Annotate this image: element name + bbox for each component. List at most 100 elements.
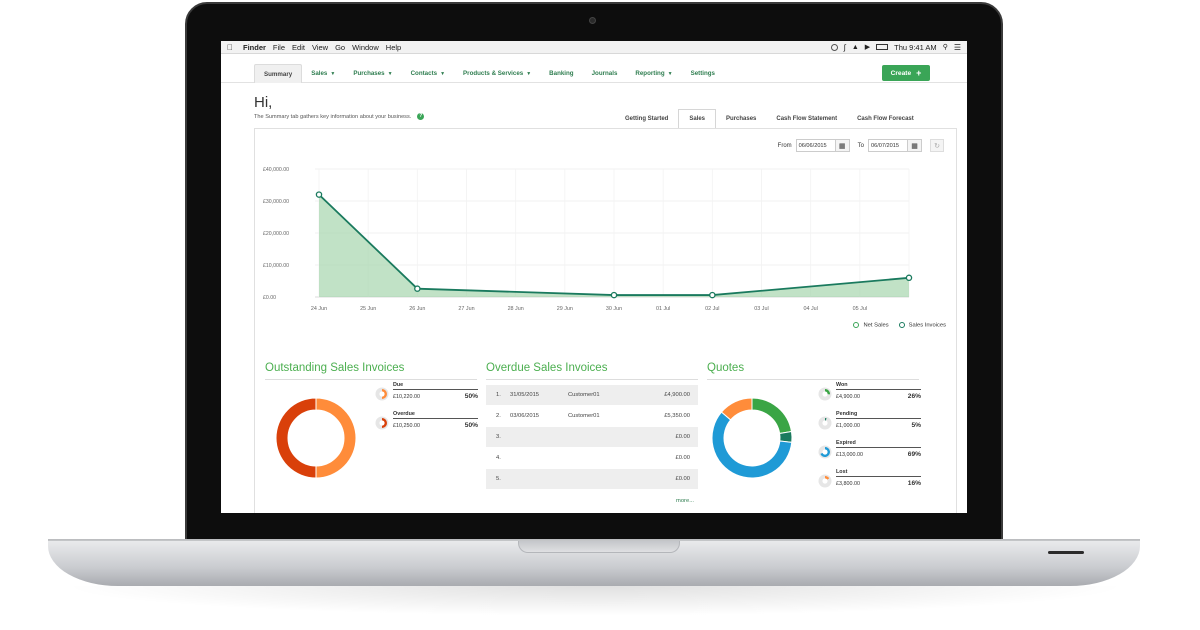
legend-item-pending[interactable]: Pending £1,000.00 5%: [818, 411, 921, 440]
table-row[interactable]: 3. £0.00: [486, 427, 698, 448]
row-amount: £4,900.00: [664, 392, 690, 398]
menu-help[interactable]: Help: [386, 43, 401, 52]
from-date-input[interactable]: 06/06/2015: [795, 139, 836, 152]
nav-tab-label: Reporting: [635, 70, 665, 77]
overdue-title: Overdue Sales Invoices: [486, 362, 608, 374]
legend-net-sales[interactable]: Net Sales: [853, 322, 889, 329]
nav-tab-purchases[interactable]: Purchases ▼: [344, 64, 401, 83]
refresh-icon[interactable]: ↻: [930, 139, 944, 152]
row-date: 31/05/2015: [510, 392, 540, 398]
page-title: Hi,: [254, 94, 273, 111]
calendar-icon[interactable]: ▦: [908, 139, 922, 152]
laptop-frame:  Finder File Edit View Go Window Help ∫…: [0, 0, 1200, 630]
to-date-input[interactable]: 06/07/2015: [868, 139, 908, 152]
chart-legend: Net Sales Sales Invoices: [853, 322, 946, 329]
battery-icon[interactable]: [876, 44, 889, 50]
menubar-status: ∫ ▲ ▶ Thu 9:41 AM ⚲ ☰: [830, 43, 961, 52]
laptop-shadow: [60, 586, 1130, 616]
wifi-icon[interactable]: ▲: [852, 44, 859, 51]
menu-file[interactable]: File: [273, 43, 285, 52]
table-row[interactable]: 1. 31/05/2015 Customer01 £4,900.00: [486, 385, 698, 406]
nav-tab-label: Products & Services: [463, 70, 524, 77]
legend-item-expired[interactable]: Expired £13,000.00 69%: [818, 440, 921, 469]
legend-label: Lost: [836, 469, 848, 475]
legend-amount: £10,250.00: [393, 423, 420, 429]
row-number: 4.: [496, 455, 501, 461]
nav-tab-sales[interactable]: Sales ▼: [302, 64, 344, 83]
x-tick-label: 27 Jun: [458, 306, 474, 312]
data-point[interactable]: [709, 291, 716, 299]
legend-item-lost[interactable]: Lost £3,800.00 16%: [818, 469, 921, 498]
apple-icon[interactable]: : [227, 43, 235, 52]
table-row[interactable]: 4. £0.00: [486, 448, 698, 469]
legend-label: Pending: [836, 411, 858, 417]
chevron-down-icon: ▼: [526, 70, 532, 77]
legend-percent: 69%: [907, 451, 921, 458]
menu-finder[interactable]: Finder: [243, 43, 266, 52]
row-customer: Customer01: [568, 413, 600, 419]
subtab-cash-flow-forecast[interactable]: Cash Flow Forecast: [847, 109, 924, 129]
divider: [707, 379, 919, 380]
nav-tab-summary[interactable]: Summary: [254, 64, 303, 83]
create-button[interactable]: Create +: [882, 65, 930, 81]
create-button-label: Create: [890, 69, 912, 77]
mac-menubar:  Finder File Edit View Go Window Help ∫…: [221, 41, 967, 54]
subtab-purchases[interactable]: Purchases: [716, 109, 766, 129]
quotes-slice[interactable]: [751, 397, 793, 435]
legend-label: Expired: [836, 440, 856, 446]
data-point[interactable]: [905, 274, 913, 282]
nav-tab-reporting[interactable]: Reporting ▼: [626, 64, 681, 83]
to-label: To: [857, 142, 864, 149]
x-tick-label: 29 Jun: [557, 306, 573, 312]
help-icon[interactable]: ?: [417, 113, 425, 120]
spotlight-icon[interactable]: ⚲: [943, 43, 948, 51]
mini-gauge-icon: [818, 445, 832, 459]
subtab-sales[interactable]: Sales: [678, 109, 717, 129]
outstanding-slice[interactable]: [315, 397, 357, 479]
table-row[interactable]: 2. 03/06/2015 Customer01 £5,350.00: [486, 406, 698, 427]
menu-go[interactable]: Go: [335, 43, 345, 52]
summary-subtabs: Getting Started Sales Purchases Cash Flow S…: [615, 109, 924, 129]
legend-amount: £1,000.00: [836, 423, 860, 429]
legend-item-won[interactable]: Won £4,900.00 26%: [818, 382, 921, 411]
menu-view[interactable]: View: [312, 43, 328, 52]
legend-label: Overdue: [393, 411, 415, 417]
nav-tab-banking[interactable]: Banking: [540, 64, 582, 83]
row-number: 2.: [496, 413, 501, 419]
bluetooth-icon[interactable]: ∫: [844, 43, 846, 52]
date-range: From 06/06/2015 ▦ To 06/07/2015 ▦ ↻: [778, 139, 944, 152]
more-link[interactable]: more...: [676, 498, 694, 504]
volume-icon[interactable]: ▶: [865, 43, 870, 51]
nav-tab-journals[interactable]: Journals: [583, 64, 627, 83]
quotes-slice[interactable]: [720, 397, 753, 421]
legend-amount: £3,800.00: [836, 481, 860, 487]
menu-window[interactable]: Window: [352, 43, 379, 52]
subtab-cash-flow-statement[interactable]: Cash Flow Statement: [766, 109, 847, 129]
x-tick-label: 24 Jun: [311, 306, 327, 312]
data-point[interactable]: [414, 285, 421, 292]
nav-tab-label: Purchases: [353, 70, 385, 77]
legend-item-due[interactable]: Due £10,220.00 50%: [375, 382, 478, 411]
time-machine-icon[interactable]: [830, 43, 838, 51]
table-row[interactable]: 5. £0.00: [486, 469, 698, 490]
notification-center-icon[interactable]: ☰: [954, 43, 961, 52]
data-point[interactable]: [610, 291, 618, 299]
nav-tab-label: Contacts: [410, 70, 438, 77]
quotes-legend: Won £4,900.00 26% Pending £1,000.00 5% Expired…: [818, 382, 921, 498]
clock[interactable]: Thu 9:41 AM: [894, 43, 937, 52]
nav-tab-products-services[interactable]: Products & Services ▼: [454, 64, 540, 83]
nav-tab-contacts[interactable]: Contacts ▼: [402, 64, 454, 83]
nav-tab-settings[interactable]: Settings: [682, 64, 724, 83]
calendar-icon[interactable]: ▦: [835, 139, 850, 152]
menu-edit[interactable]: Edit: [292, 43, 305, 52]
legend-rule: [393, 389, 478, 390]
data-point[interactable]: [315, 191, 323, 198]
subtab-getting-started[interactable]: Getting Started: [615, 109, 678, 129]
row-amount: £0.00: [675, 434, 690, 440]
legend-item-overdue[interactable]: Overdue £10,250.00 50%: [375, 411, 478, 440]
outstanding-slice[interactable]: [275, 397, 317, 479]
legend-sales-invoices[interactable]: Sales Invoices: [898, 322, 946, 329]
legend-rule: [836, 447, 921, 448]
legend-percent: 50%: [464, 422, 478, 429]
legend-rule: [836, 418, 921, 419]
